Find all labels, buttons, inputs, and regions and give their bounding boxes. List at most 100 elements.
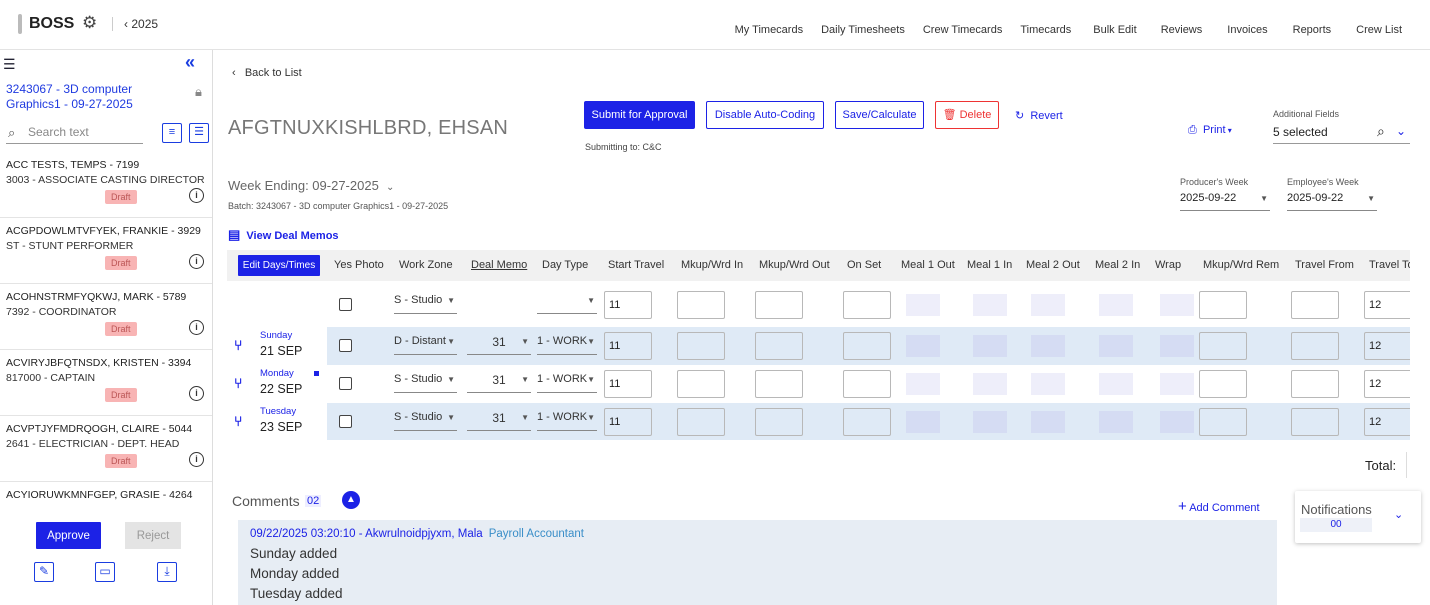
note-indicator-icon[interactable] (314, 371, 319, 376)
travel-to-input[interactable]: 12 (1364, 370, 1410, 398)
employees-week-select[interactable]: 2025-09-22 ▼ (1287, 192, 1377, 211)
nav-crew-list[interactable]: Crew List (1356, 24, 1402, 36)
meal-1-out-cell[interactable] (906, 373, 940, 395)
start-travel-input[interactable]: 11 (604, 332, 652, 360)
add-comment-button[interactable]: + Add Comment (1178, 498, 1260, 515)
work-zone-select[interactable]: S - Studio ▼ (394, 373, 457, 393)
gear-icon[interactable]: ⚙ (82, 14, 100, 32)
chevron-down-icon[interactable]: ⌄ (1396, 124, 1406, 138)
nav-invoices[interactable]: Invoices (1227, 24, 1267, 36)
additional-fields-select[interactable]: 5 selected (1273, 125, 1410, 144)
on-set-input[interactable] (843, 291, 891, 319)
list-item[interactable]: ACGPDOWLMTVFYEK, FRANKIE - 3929 ST - STU… (0, 218, 212, 284)
filter-icon[interactable]: ≡ (162, 123, 182, 143)
print-button[interactable]: ⎙ Print ▾ (1188, 124, 1232, 137)
start-travel-input[interactable]: 11 (604, 291, 652, 319)
edit-days-times-button[interactable]: Edit Days/Times (238, 255, 320, 276)
nav-bulk-edit[interactable]: Bulk Edit (1093, 24, 1136, 36)
lock-icon[interactable]: 🔒︎ (195, 84, 202, 100)
split-icon[interactable]: ⑂ (234, 375, 242, 391)
col-deal-memo[interactable]: Deal Memo (471, 259, 527, 271)
nav-reviews[interactable]: Reviews (1161, 24, 1203, 36)
meal-2-out-cell[interactable] (1031, 335, 1065, 357)
wrap-cell[interactable] (1160, 335, 1194, 357)
meal-2-in-cell[interactable] (1099, 335, 1133, 357)
sort-icon[interactable]: ☰ (189, 123, 209, 143)
mkup-wrd-out-input[interactable] (755, 291, 803, 319)
day-type-select[interactable]: 1 - WORK ▼ (537, 411, 597, 431)
submit-for-approval-button[interactable]: Submit for Approval (584, 101, 695, 129)
edit-icon[interactable]: ✎ (34, 562, 54, 582)
list-item[interactable]: ACVPTJYFMDRQOGH, CLAIRE - 5044 2641 - EL… (0, 416, 212, 482)
deal-memo-select[interactable]: 31 ▼ (467, 373, 531, 393)
mkup-wrd-in-input[interactable] (677, 408, 725, 436)
day-type-select[interactable]: ▼ (537, 294, 597, 314)
batch-title[interactable]: 3243067 - 3D computer Graphics1 - 09-27-… (6, 82, 186, 112)
meal-2-out-cell[interactable] (1031, 411, 1065, 433)
collapse-sidebar-icon[interactable]: « (185, 52, 195, 73)
travel-from-input[interactable] (1291, 291, 1339, 319)
info-icon[interactable]: i (189, 452, 204, 467)
travel-from-input[interactable] (1291, 408, 1339, 436)
nav-timecards[interactable]: Timecards (1020, 24, 1071, 36)
nav-crew-timecards[interactable]: Crew Timecards (923, 24, 1002, 36)
work-zone-select[interactable]: D - Distant ▼ (394, 335, 457, 355)
mkup-wrd-out-input[interactable] (755, 408, 803, 436)
back-to-list-link[interactable]: ‹ Back to List (232, 67, 302, 79)
meal-1-in-cell[interactable] (973, 411, 1007, 433)
wrap-cell[interactable] (1160, 411, 1194, 433)
deal-memo-select[interactable]: 31 ▼ (467, 335, 531, 355)
travel-to-input[interactable]: 12 (1364, 291, 1410, 319)
mkup-wrd-out-input[interactable] (755, 370, 803, 398)
revert-button[interactable]: ↻ Revert (1015, 109, 1063, 122)
disable-auto-coding-button[interactable]: Disable Auto-Coding (706, 101, 824, 129)
nav-reports[interactable]: Reports (1293, 24, 1332, 36)
search-input[interactable] (28, 125, 140, 139)
yes-photo-checkbox[interactable] (339, 298, 352, 311)
save-calculate-button[interactable]: Save/Calculate (835, 101, 924, 129)
mkup-wrd-rem-input[interactable] (1199, 370, 1247, 398)
list-item[interactable]: ACVIRYJBFQTNSDX, KRISTEN - 3394 817000 -… (0, 350, 212, 416)
info-icon[interactable]: i (189, 386, 204, 401)
day-type-select[interactable]: 1 - WORK ▼ (537, 335, 597, 355)
list-menu-icon[interactable]: ☰ (3, 56, 16, 73)
mkup-wrd-in-input[interactable] (677, 332, 725, 360)
info-icon[interactable]: i (189, 320, 204, 335)
day-type-select[interactable]: 1 - WORK ▼ (537, 373, 597, 393)
start-travel-input[interactable]: 11 (604, 370, 652, 398)
on-set-input[interactable] (843, 370, 891, 398)
list-item[interactable]: ACC TESTS, TEMPS - 7199 3003 - ASSOCIATE… (0, 152, 212, 218)
meal-1-out-cell[interactable] (906, 294, 940, 316)
mkup-wrd-rem-input[interactable] (1199, 332, 1247, 360)
nav-daily-timesheets[interactable]: Daily Timesheets (821, 24, 905, 36)
info-icon[interactable]: i (189, 188, 204, 203)
meal-2-in-cell[interactable] (1099, 294, 1133, 316)
nav-my-timecards[interactable]: My Timecards (735, 24, 803, 36)
mkup-wrd-out-input[interactable] (755, 332, 803, 360)
travel-from-input[interactable] (1291, 332, 1339, 360)
producers-week-select[interactable]: 2025-09-22 ▼ (1180, 192, 1270, 211)
split-icon[interactable]: ⑂ (234, 413, 242, 429)
download-icon[interactable]: ⤓ (157, 562, 177, 582)
year-selector[interactable]: ‹ 2025 (124, 17, 158, 31)
meal-2-out-cell[interactable] (1031, 294, 1065, 316)
meal-2-out-cell[interactable] (1031, 373, 1065, 395)
meal-2-in-cell[interactable] (1099, 411, 1133, 433)
work-zone-select[interactable]: S - Studio ▼ (394, 411, 457, 431)
work-zone-select[interactable]: S - Studio ▼ (394, 294, 457, 314)
deal-memo-select[interactable]: 31 ▼ (467, 411, 531, 431)
move-folder-icon[interactable]: ▭ (95, 562, 115, 582)
reject-button[interactable]: Reject (125, 522, 181, 549)
travel-from-input[interactable] (1291, 370, 1339, 398)
view-deal-memos-link[interactable]: ▤ View Deal Memos (228, 227, 339, 243)
on-set-input[interactable] (843, 408, 891, 436)
meal-2-in-cell[interactable] (1099, 373, 1133, 395)
collapse-comments-icon[interactable]: ▲ (342, 491, 360, 509)
travel-to-input[interactable]: 12 (1364, 408, 1410, 436)
wrap-cell[interactable] (1160, 373, 1194, 395)
meal-1-out-cell[interactable] (906, 411, 940, 433)
on-set-input[interactable] (843, 332, 891, 360)
yes-photo-checkbox[interactable] (339, 415, 352, 428)
notifications-panel[interactable]: Notifications 00 ⌄ (1295, 491, 1421, 543)
split-icon[interactable]: ⑂ (234, 337, 242, 353)
